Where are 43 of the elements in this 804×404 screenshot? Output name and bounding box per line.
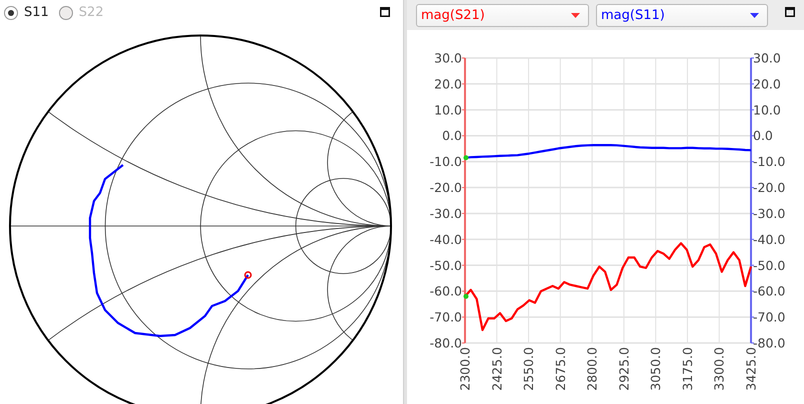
radio-label: S22 xyxy=(78,5,104,20)
axis-label: -60.0 xyxy=(430,284,462,299)
caret-icon xyxy=(571,12,580,18)
axis-label: 2425.0 xyxy=(489,347,504,391)
axis-label: 2550.0 xyxy=(521,347,536,391)
axis-label: 30.0 xyxy=(434,50,462,66)
axis-label: 20.0 xyxy=(753,76,781,92)
axis-label: 2675.0 xyxy=(552,347,568,391)
maximize-icon[interactable] xyxy=(785,7,795,17)
axis-label: 2925.0 xyxy=(616,347,632,391)
axis-label: 10.0 xyxy=(434,102,462,118)
axis-label: -10.0 xyxy=(753,154,786,170)
caret-icon xyxy=(750,12,759,18)
axis-label: 30.0 xyxy=(753,50,781,66)
trace-dropdown[interactable]: mag(S11) xyxy=(596,4,768,26)
axis-label: -40.0 xyxy=(430,232,462,247)
axis-label: -30.0 xyxy=(753,206,786,221)
axis-label: -50.0 xyxy=(430,258,462,273)
axis-label: 0.0 xyxy=(753,128,773,144)
axis-label: -60.0 xyxy=(753,284,786,299)
axis-label: -30.0 xyxy=(430,206,462,221)
maximize-icon[interactable] xyxy=(380,7,390,17)
trace-dropdown[interactable]: mag(S21) xyxy=(416,4,589,26)
marker-icon xyxy=(244,271,252,279)
axis-label: 0.0 xyxy=(442,128,462,144)
axis-label: 3050.0 xyxy=(648,347,664,391)
axis-label: -10.0 xyxy=(430,154,462,170)
axis-label: -40.0 xyxy=(753,232,786,247)
axis-label: 3300.0 xyxy=(712,347,727,391)
marker-icon xyxy=(464,294,468,299)
axis-label: 3175.0 xyxy=(680,347,695,391)
axis-label: -70.0 xyxy=(430,310,462,325)
axis-label: -50.0 xyxy=(753,258,786,273)
axis-label: 3425.0 xyxy=(744,347,758,391)
axis-label: -20.0 xyxy=(430,180,462,196)
radio-label: S11 xyxy=(24,5,49,20)
axis-label: 10.0 xyxy=(753,102,781,118)
axis-label: -20.0 xyxy=(753,180,786,196)
axis-label: 20.0 xyxy=(434,76,462,92)
axis-label: -70.0 xyxy=(753,310,786,325)
marker-icon xyxy=(464,155,468,160)
axis-label: 2800.0 xyxy=(584,347,600,391)
radio-button[interactable] xyxy=(4,6,18,20)
